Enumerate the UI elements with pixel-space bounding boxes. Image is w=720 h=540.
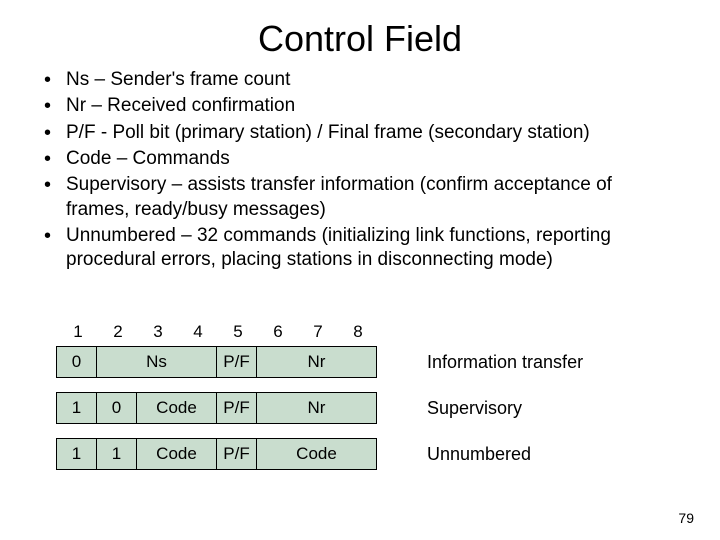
cell-code-right: Code [257,439,377,469]
bit-number: 4 [178,322,218,342]
cell-pf: P/F [217,393,257,423]
bullet-item: Unnumbered – 32 commands (initializing l… [40,224,680,273]
cell-bit2: 1 [97,439,137,469]
bit-header-row: 1 2 3 4 5 6 7 8 [58,322,583,342]
bit-number: 1 [58,322,98,342]
bit-layout-table: 1 2 3 4 5 6 7 8 0 Ns P/F Nr Information … [56,322,583,484]
bullet-item: Supervisory – assists transfer informati… [40,173,680,222]
row-label: Information transfer [427,346,583,378]
bit-number: 8 [338,322,378,342]
bit-number: 3 [138,322,178,342]
cell-bit1: 1 [57,393,97,423]
bit-number: 7 [298,322,338,342]
cell-code: Code [137,393,217,423]
row-label: Unnumbered [427,438,531,470]
row-information: 0 Ns P/F Nr Information transfer [56,346,583,378]
cell-pf: P/F [217,347,257,377]
slide: Control Field Ns – Sender's frame count … [0,0,720,540]
cell-bit1: 1 [57,439,97,469]
cell-bit2: 0 [97,393,137,423]
cell-nr: Nr [257,393,377,423]
bit-number: 2 [98,322,138,342]
bullet-item: Code – Commands [40,147,680,171]
row-label: Supervisory [427,392,522,424]
bullet-item: Nr – Received confirmation [40,94,680,118]
bullet-list: Ns – Sender's frame count Nr – Received … [40,68,680,273]
cell-ns: Ns [97,347,217,377]
page-number: 79 [678,510,694,526]
cell-code: Code [137,439,217,469]
bit-number: 6 [258,322,298,342]
bit-number: 5 [218,322,258,342]
slide-title: Control Field [0,0,720,68]
cell-nr: Nr [257,347,377,377]
bullet-item: Ns – Sender's frame count [40,68,680,92]
row-unnumbered: 1 1 Code P/F Code Unnumbered [56,438,583,470]
row-supervisory: 1 0 Code P/F Nr Supervisory [56,392,583,424]
bullet-item: P/F - Poll bit (primary station) / Final… [40,121,680,145]
cell-pf: P/F [217,439,257,469]
cell-bit1: 0 [57,347,97,377]
